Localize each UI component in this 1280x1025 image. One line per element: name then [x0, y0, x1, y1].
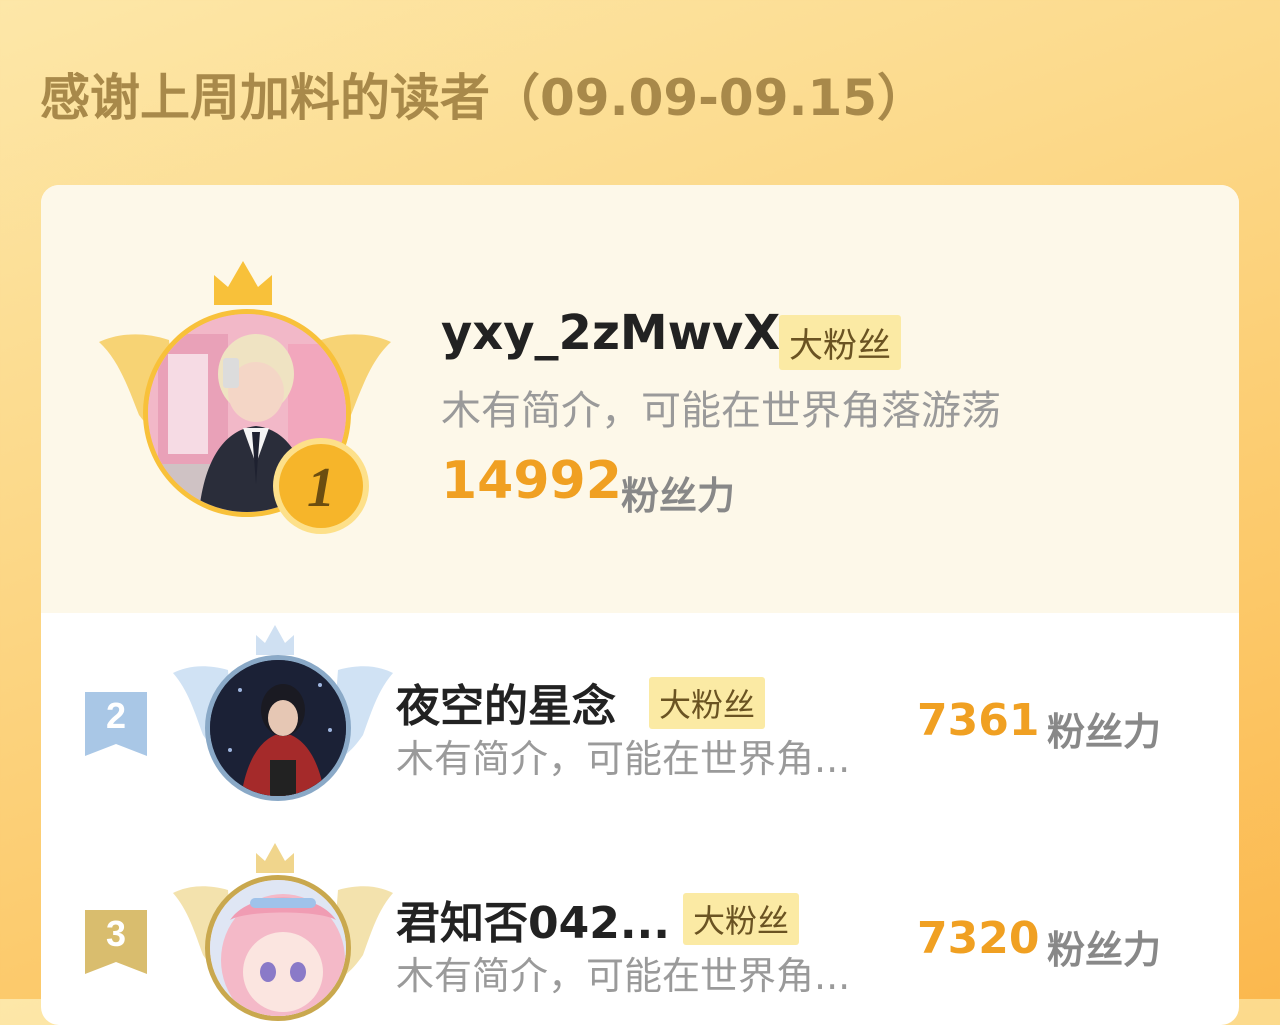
fan-score: 7320: [917, 913, 1040, 964]
fan-score-unit: 粉丝力: [621, 474, 736, 518]
fan-bio: 木有简介，可能在世界角...: [396, 737, 851, 781]
avatar-image: [210, 660, 346, 796]
fan-score-unit: 粉丝力: [1047, 928, 1162, 972]
crown-icon: [214, 261, 272, 305]
page-title: 感谢上周加料的读者（09.09-09.15）: [40, 69, 928, 127]
fan-name[interactable]: 夜空的星念: [396, 670, 616, 734]
top-fan-section[interactable]: 1 yxy_2zMwvX 大粉丝 木有简介，可能在世界角落游荡 14992 粉丝…: [41, 185, 1239, 613]
fan-score: 14992: [441, 451, 622, 511]
fan-badge: 大粉丝: [683, 893, 800, 945]
avatar[interactable]: [205, 655, 351, 801]
ranking-card: 1 yxy_2zMwvX 大粉丝 木有简介，可能在世界角落游荡 14992 粉丝…: [41, 185, 1239, 1025]
rank-flag-icon: 3: [85, 910, 147, 974]
fan-name[interactable]: yxy_2zMwvX: [441, 305, 780, 361]
rank-flag-icon: 2: [85, 692, 147, 756]
fan-badge: 大粉丝: [779, 315, 901, 370]
avatar-image: [210, 880, 346, 1016]
fan-score-unit: 粉丝力: [1047, 710, 1162, 754]
crown-icon: [256, 625, 294, 655]
fan-name[interactable]: 君知否042...: [396, 887, 670, 951]
svg-text:2: 2: [106, 695, 126, 736]
fan-score: 7361: [917, 695, 1040, 746]
avatar[interactable]: [205, 875, 351, 1021]
svg-text:3: 3: [106, 913, 126, 954]
fan-bio: 木有简介，可能在世界角...: [396, 954, 851, 998]
crown-icon: [256, 843, 294, 873]
fan-bio: 木有简介，可能在世界角落游荡: [441, 388, 1001, 434]
fan-badge: 大粉丝: [649, 677, 766, 729]
gold-medal-icon: 1: [273, 438, 369, 534]
rank-number: 1: [307, 457, 335, 519]
